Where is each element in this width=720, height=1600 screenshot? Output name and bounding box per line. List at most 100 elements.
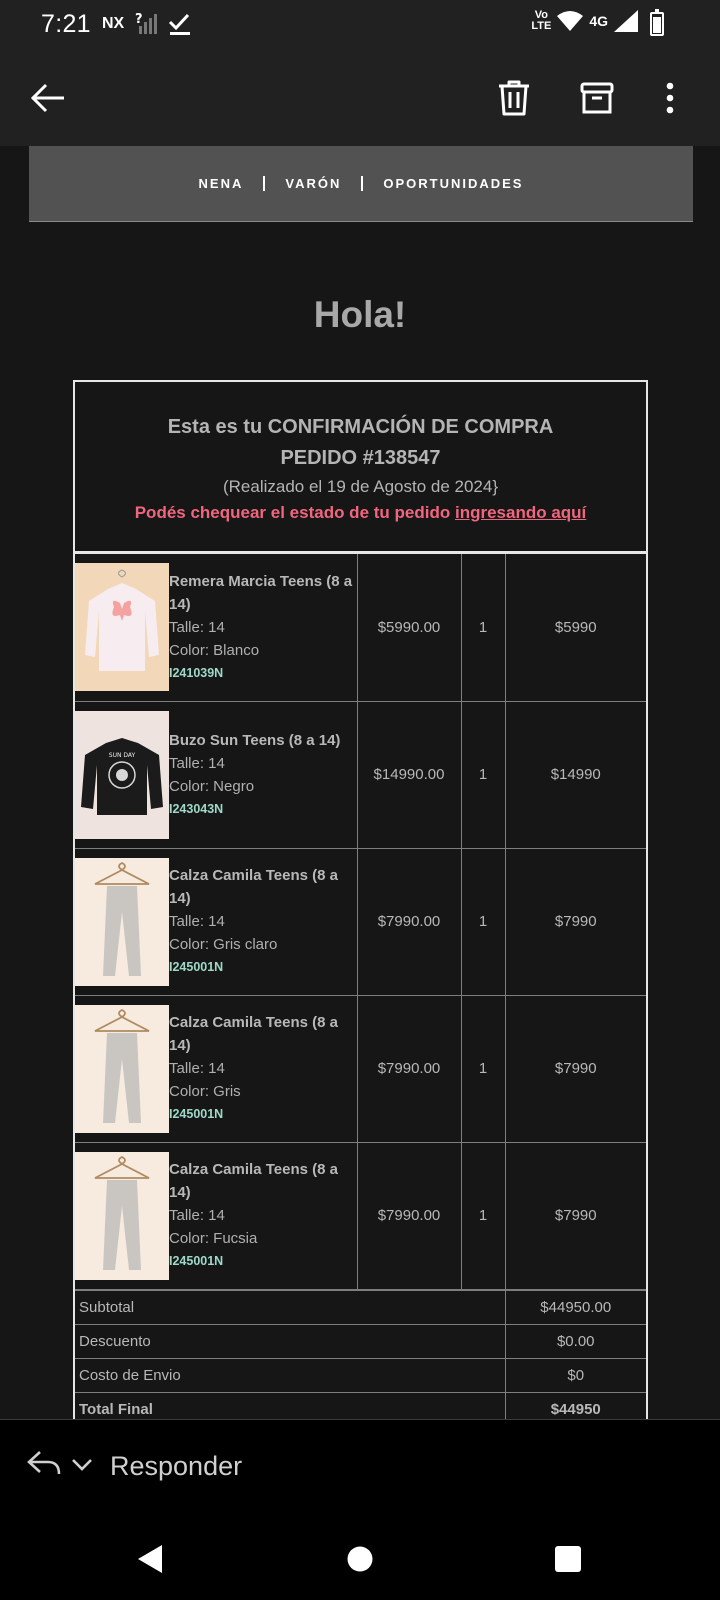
quantity: 1 xyxy=(460,994,506,1143)
product-sku: I245001N xyxy=(169,1254,224,1268)
task-done-icon xyxy=(168,13,190,35)
nav-link-nena[interactable]: NENA xyxy=(199,176,244,191)
total-final-label: Total Final xyxy=(75,1391,506,1419)
nav-divider xyxy=(361,176,364,191)
discount-label: Descuento xyxy=(75,1323,506,1359)
nav-divider xyxy=(263,176,266,191)
reply-icon[interactable] xyxy=(26,1448,62,1480)
product-sku: I241039N xyxy=(169,665,224,680)
no-signal-icon: ? xyxy=(135,12,157,34)
product-color: Color: Gris claro xyxy=(169,936,278,953)
nav-link-varon[interactable]: VARÓN xyxy=(285,176,341,191)
line-total: $5990 xyxy=(504,554,646,702)
quantity: 1 xyxy=(460,1141,506,1290)
totals-table: Subtotal $44950.00 Descuento $0.00 Costo d… xyxy=(75,1289,646,1419)
product-sku: I243043N xyxy=(169,801,224,816)
product-image[interactable] xyxy=(75,563,169,692)
order-item-row: Remera Marcia Teens (8 a 14) Talle: 14 Col… xyxy=(75,554,646,702)
product-size: Talle: 14 xyxy=(169,1207,225,1224)
nav-link-oportunidades[interactable]: OPORTUNIDADES xyxy=(383,176,523,191)
product-color: Color: Negro xyxy=(169,777,255,795)
quantity: 1 xyxy=(460,700,506,849)
svg-text:?: ? xyxy=(135,12,143,27)
line-total: $7990 xyxy=(504,994,646,1143)
product-cell: Calza Camila Teens (8 a 14) Talle: 14 Colo… xyxy=(75,847,358,996)
quantity: 1 xyxy=(460,847,506,996)
shipping-label: Costo de Envio xyxy=(75,1357,506,1393)
product-cell: Remera Marcia Teens (8 a 14) Talle: 14 Col… xyxy=(75,554,358,702)
store-nav: NENA VARÓN OPORTUNIDADES xyxy=(29,146,693,222)
product-name[interactable]: Buzo Sun Teens (8 a 14) xyxy=(169,729,357,752)
order-confirmation-box: Esta es tu CONFIRMACIÓN DE COMPRA PEDIDO… xyxy=(73,380,648,1419)
product-image[interactable] xyxy=(75,857,169,986)
nav-recents-icon[interactable] xyxy=(548,1539,588,1579)
product-sku: I245001N xyxy=(169,960,224,974)
product-image[interactable]: SUN DAY xyxy=(75,710,169,839)
product-image[interactable] xyxy=(75,1151,169,1280)
order-status-text: Podés chequear el estado de tu pedido in… xyxy=(134,503,587,522)
system-nav-bar xyxy=(0,1519,720,1600)
greeting: Hola! xyxy=(313,294,407,335)
back-arrow-icon[interactable] xyxy=(26,76,70,120)
shipping-value: $0 xyxy=(504,1357,646,1393)
confirmation-title: Esta es tu CONFIRMACIÓN DE COMPRA xyxy=(167,416,554,438)
product-name[interactable]: Calza Camila Teens (8 a 14) xyxy=(169,1011,357,1057)
nav-back-icon[interactable] xyxy=(130,1539,170,1579)
discount-value: $0.00 xyxy=(504,1323,646,1359)
product-sku: I245001N xyxy=(169,1107,224,1121)
order-number: PEDIDO #138547 xyxy=(280,447,441,469)
product-info: Calza Camila Teens (8 a 14) Talle: 14 Colo… xyxy=(169,864,357,979)
order-item-row: Calza Camila Teens (8 a 14) Talle: 14 Colo… xyxy=(75,994,646,1143)
carrier-label: NX xyxy=(102,15,125,32)
product-info: Remera Marcia Teens (8 a 14) Talle: 14 Col… xyxy=(169,570,357,685)
nav-home-icon[interactable] xyxy=(340,1539,380,1579)
line-total: $14990 xyxy=(504,700,646,849)
email-toolbar xyxy=(0,50,720,146)
quantity: 1 xyxy=(460,554,506,702)
product-info: Calza Camila Teens (8 a 14) Talle: 14 Colo… xyxy=(169,1158,357,1273)
unit-price: $7990.00 xyxy=(356,994,462,1143)
product-name[interactable]: Calza Camila Teens (8 a 14) xyxy=(169,864,357,910)
status-bar: 7:21 NX ? Vo LTE 4G xyxy=(0,0,720,50)
product-info: Calza Camila Teens (8 a 14) Talle: 14 Colo… xyxy=(169,1011,357,1126)
chevron-down-icon[interactable] xyxy=(70,1452,94,1476)
product-size: Talle: 14 xyxy=(169,754,225,772)
product-cell: Calza Camila Teens (8 a 14) Talle: 14 Colo… xyxy=(75,994,358,1143)
unit-price: $7990.00 xyxy=(356,847,462,996)
product-size: Talle: 14 xyxy=(169,913,225,930)
order-item-row: Calza Camila Teens (8 a 14) Talle: 14 Colo… xyxy=(75,847,646,996)
unit-price: $7990.00 xyxy=(356,1141,462,1290)
status-right: Vo LTE 4G xyxy=(531,10,666,32)
product-image[interactable] xyxy=(75,1004,169,1133)
unit-price: $14990.00 xyxy=(356,700,462,849)
wifi-icon xyxy=(557,11,584,31)
product-color: Color: Gris xyxy=(169,1083,241,1100)
trash-icon[interactable] xyxy=(492,76,536,120)
archive-icon[interactable] xyxy=(575,76,619,120)
order-status-link[interactable]: ingresando aquí xyxy=(455,503,586,522)
product-name[interactable]: Calza Camila Teens (8 a 14) xyxy=(169,1158,357,1204)
unit-price: $5990.00 xyxy=(356,554,462,702)
product-cell: SUN DAY Buzo Sun Teens (8 a 14) Talle: 14 C… xyxy=(75,700,358,849)
product-color: Color: Blanco xyxy=(169,641,260,659)
product-cell: Calza Camila Teens (8 a 14) Talle: 14 Colo… xyxy=(75,1141,358,1290)
order-header: Esta es tu CONFIRMACIÓN DE COMPRA PEDIDO… xyxy=(75,382,646,554)
more-vert-icon[interactable] xyxy=(648,76,692,120)
line-total: $7990 xyxy=(504,1141,646,1290)
battery-icon xyxy=(650,9,664,36)
reply-bar: Responder xyxy=(0,1419,720,1519)
product-color: Color: Fucsia xyxy=(169,1230,258,1247)
line-total: $7990 xyxy=(504,847,646,996)
product-name[interactable]: Remera Marcia Teens (8 a 14) xyxy=(169,570,357,616)
order-item-row: SUN DAY Buzo Sun Teens (8 a 14) Talle: 14 C… xyxy=(75,700,646,849)
subtotal-label: Subtotal xyxy=(75,1289,506,1325)
network-type: 4G xyxy=(589,13,608,29)
status-time: 7:21 xyxy=(41,10,91,38)
reply-button[interactable]: Responder xyxy=(110,1451,242,1482)
total-final-value: $44950 xyxy=(504,1391,646,1419)
order-date: (Realizado el 19 de Agosto de 2024} xyxy=(222,477,499,496)
cell-signal-icon xyxy=(614,10,638,32)
email-body[interactable]: NENA VARÓN OPORTUNIDADES Hola! Esta es t… xyxy=(0,146,720,1419)
product-info: Buzo Sun Teens (8 a 14) Talle: 14 Color: N… xyxy=(169,729,357,821)
volte-indicator: Vo LTE xyxy=(531,9,552,32)
